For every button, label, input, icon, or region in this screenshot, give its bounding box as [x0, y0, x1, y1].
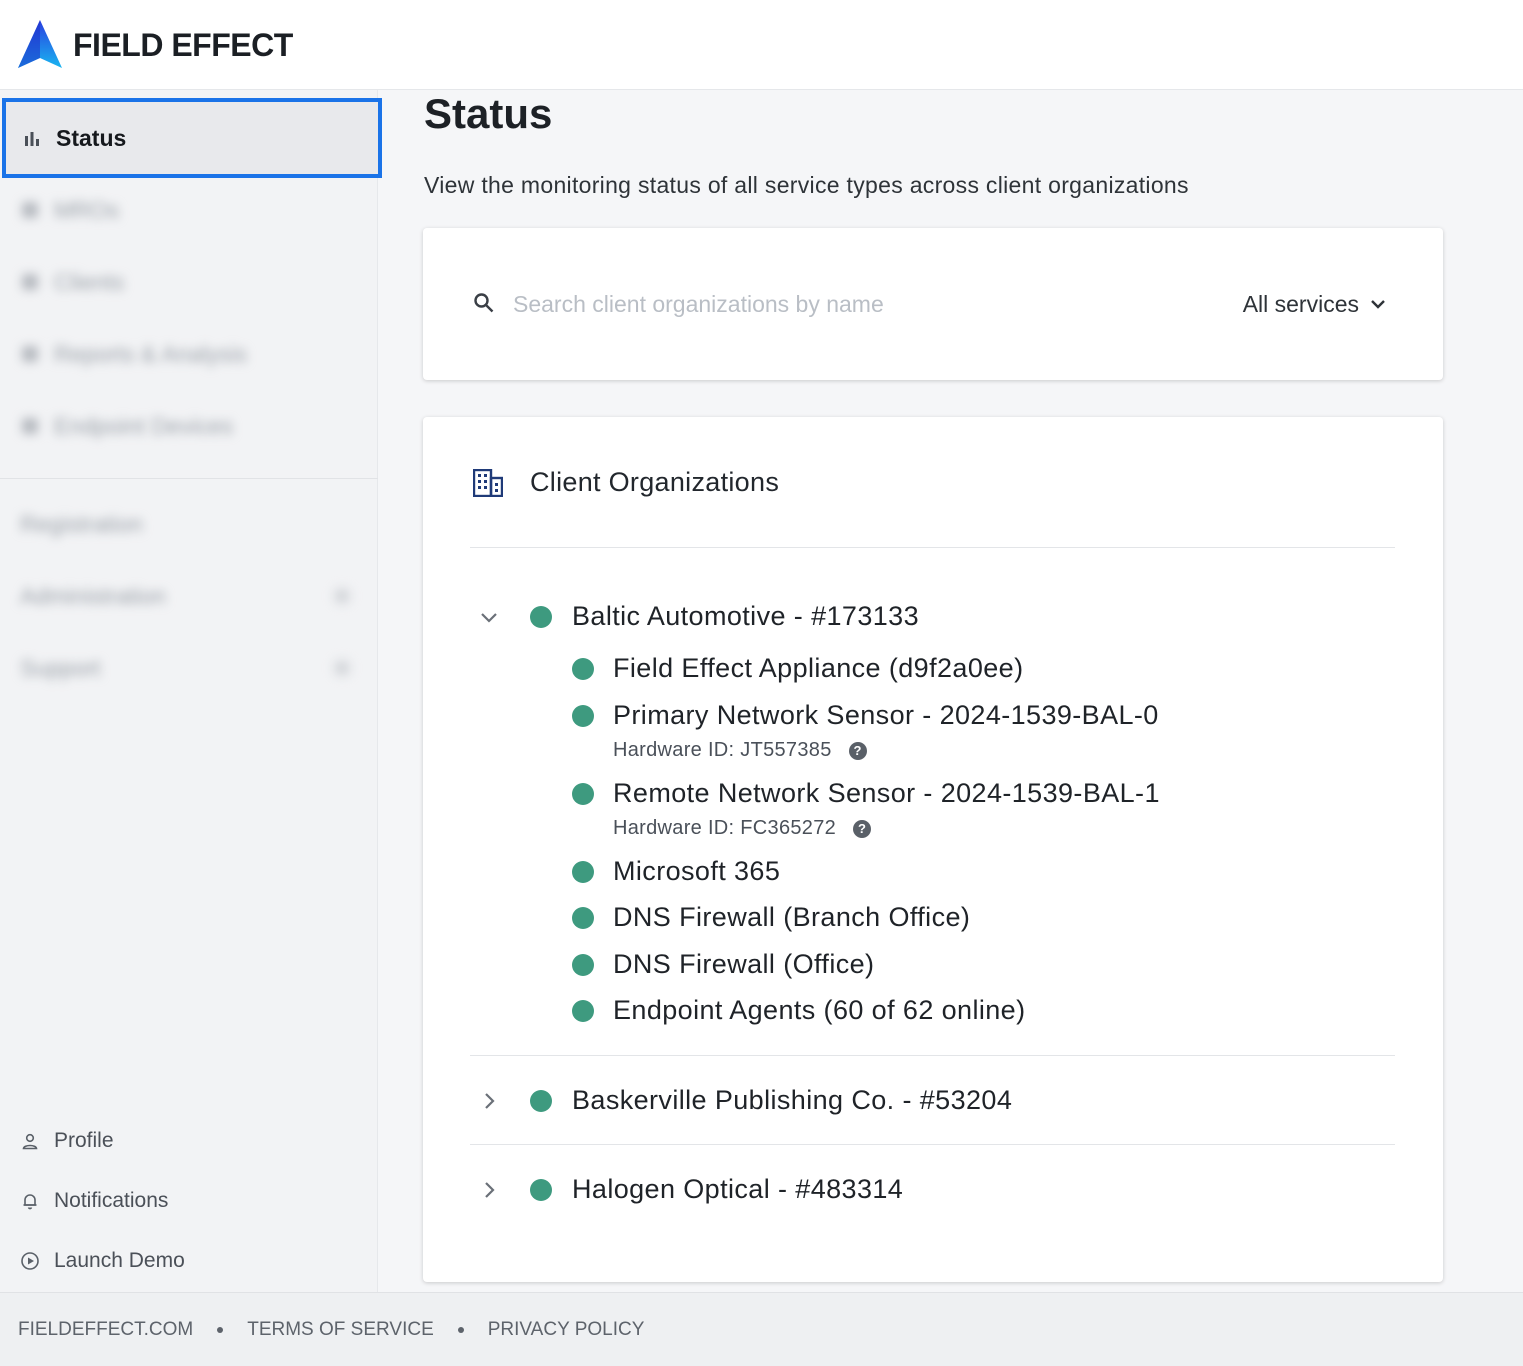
chevron-down-icon — [1371, 300, 1385, 309]
sidebar-item-support[interactable]: Support — [0, 632, 378, 704]
sidebar-item-label: Registration — [20, 510, 143, 537]
sidebar-item-registration[interactable]: Registration — [0, 488, 378, 560]
service-row: Microsoft 365 — [572, 856, 780, 887]
field-effect-logo-icon — [18, 20, 62, 68]
org-row-halogen-optical[interactable]: Halogen Optical - #483314 — [478, 1174, 903, 1205]
bell-icon — [20, 1191, 40, 1211]
report-icon — [20, 344, 40, 364]
org-name: Baskerville Publishing Co. - #53204 — [572, 1085, 1013, 1115]
search-card: All services — [423, 228, 1443, 380]
footer-link-terms[interactable]: TERMS OF SERVICE — [247, 1319, 434, 1341]
status-ok-indicator — [572, 906, 594, 929]
sidebar-item-launch-demo[interactable]: Launch Demo — [0, 1241, 378, 1281]
building-icon — [473, 468, 503, 497]
sidebar-item-label: MROs — [54, 196, 120, 223]
footer-link-privacy[interactable]: PRIVACY POLICY — [488, 1319, 645, 1341]
sidebar-item-label: Profile — [54, 1129, 114, 1152]
sidebar-item-mros[interactable]: MROs — [0, 174, 378, 246]
chevron-down-icon — [336, 662, 348, 674]
service-name: Primary Network Sensor - 2024-1539-BAL-0 — [613, 700, 1159, 730]
org-row-baltic-automotive[interactable]: Baltic Automotive - #173133 — [478, 601, 919, 632]
status-ok-indicator — [572, 704, 594, 727]
sidebar-item-label: Clients — [54, 268, 125, 295]
client-organizations-card: Client Organizations Baltic Automotive -… — [423, 417, 1443, 1282]
status-ok-indicator — [530, 605, 552, 628]
building-icon — [20, 200, 40, 220]
status-ok-indicator — [572, 860, 594, 883]
hardware-id: Hardware ID: FC365272 ? — [613, 817, 872, 840]
service-row: Primary Network Sensor - 2024-1539-BAL-0 — [572, 700, 1159, 731]
brand-logo[interactable]: FIELD EFFECT — [18, 20, 293, 70]
sidebar-item-label: Notifications — [54, 1189, 169, 1212]
top-bar: FIELD EFFECT — [0, 0, 1523, 90]
service-name: Endpoint Agents (60 of 62 online) — [613, 995, 1026, 1025]
footer: FIELDEFFECT.COM TERMS OF SERVICE PRIVACY… — [0, 1292, 1523, 1366]
users-icon — [20, 272, 40, 292]
sidebar-item-endpoint-devices[interactable]: Endpoint Devices — [0, 390, 378, 462]
sidebar-item-status[interactable]: Status — [2, 98, 382, 178]
sidebar-item-notifications[interactable]: Notifications — [0, 1181, 378, 1221]
hardware-id-text: Hardware ID: JT557385 — [613, 739, 832, 761]
footer-separator — [217, 1326, 224, 1333]
service-filter-dropdown[interactable]: All services — [1243, 286, 1387, 322]
service-row: Remote Network Sensor - 2024-1539-BAL-1 — [572, 778, 1160, 809]
sidebar-item-profile[interactable]: Profile — [0, 1121, 378, 1161]
sidebar-item-label: Support — [20, 654, 101, 681]
chevron-down-icon — [336, 590, 348, 602]
chevron-down-icon[interactable] — [478, 606, 500, 628]
sidebar-item-label: Endpoint Devices — [54, 412, 233, 439]
bar-chart-icon — [22, 128, 42, 148]
help-icon[interactable]: ? — [848, 741, 867, 760]
divider — [470, 1144, 1395, 1145]
sidebar-item-label: Launch Demo — [54, 1249, 185, 1272]
help-icon[interactable]: ? — [853, 819, 872, 838]
play-circle-icon — [20, 1251, 40, 1271]
service-row: Endpoint Agents (60 of 62 online) — [572, 995, 1026, 1026]
service-row: DNS Firewall (Branch Office) — [572, 902, 970, 933]
status-ok-indicator — [572, 999, 594, 1022]
sidebar-divider — [0, 478, 378, 479]
org-name: Halogen Optical - #483314 — [572, 1174, 904, 1204]
org-row-baskerville-publishing[interactable]: Baskerville Publishing Co. - #53204 — [478, 1085, 1012, 1116]
sidebar: Status MROs Clients Reports & Analysis E… — [0, 90, 382, 1292]
org-name: Baltic Automotive - #173133 — [572, 601, 920, 631]
page-subtitle: View the monitoring status of all servic… — [424, 172, 1189, 198]
person-icon — [20, 1131, 40, 1151]
footer-separator — [457, 1326, 464, 1333]
sidebar-item-reports[interactable]: Reports & Analysis — [0, 318, 378, 390]
sidebar-item-label: Status — [56, 124, 127, 151]
laptop-icon — [20, 416, 40, 436]
brand-name: FIELD EFFECT — [73, 26, 293, 63]
service-name: Remote Network Sensor - 2024-1539-BAL-1 — [613, 778, 1160, 808]
status-ok-indicator — [572, 953, 594, 976]
divider — [470, 547, 1395, 548]
service-name: Microsoft 365 — [613, 856, 781, 886]
chevron-right-icon[interactable] — [478, 1179, 500, 1201]
search-input[interactable] — [513, 286, 1153, 322]
service-name: DNS Firewall (Branch Office) — [613, 902, 971, 932]
divider — [470, 1055, 1395, 1056]
status-ok-indicator — [572, 657, 594, 680]
section-title: Client Organizations — [530, 467, 780, 497]
sidebar-item-label: Reports & Analysis — [54, 340, 248, 367]
footer-link-fieldeffect[interactable]: FIELDEFFECT.COM — [18, 1319, 193, 1341]
status-ok-indicator — [572, 782, 594, 805]
service-name: DNS Firewall (Office) — [613, 949, 875, 979]
service-row: DNS Firewall (Office) — [572, 949, 874, 980]
service-row: Field Effect Appliance (d9f2a0ee) — [572, 653, 1023, 684]
service-filter-value: All services — [1242, 290, 1359, 317]
status-ok-indicator — [530, 1178, 552, 1201]
sidebar-item-administration[interactable]: Administration — [0, 560, 378, 632]
hardware-id: Hardware ID: JT557385 ? — [613, 739, 867, 762]
chevron-right-icon[interactable] — [478, 1090, 500, 1112]
client-organizations-header: Client Organizations — [473, 467, 779, 498]
sidebar-item-label: Administration — [20, 582, 166, 609]
page-title: Status — [424, 90, 553, 137]
hardware-id-text: Hardware ID: FC365272 — [613, 817, 837, 839]
search-icon — [474, 293, 494, 313]
service-name: Field Effect Appliance (d9f2a0ee) — [613, 653, 1024, 683]
status-ok-indicator — [530, 1089, 552, 1112]
sidebar-item-clients[interactable]: Clients — [0, 246, 378, 318]
